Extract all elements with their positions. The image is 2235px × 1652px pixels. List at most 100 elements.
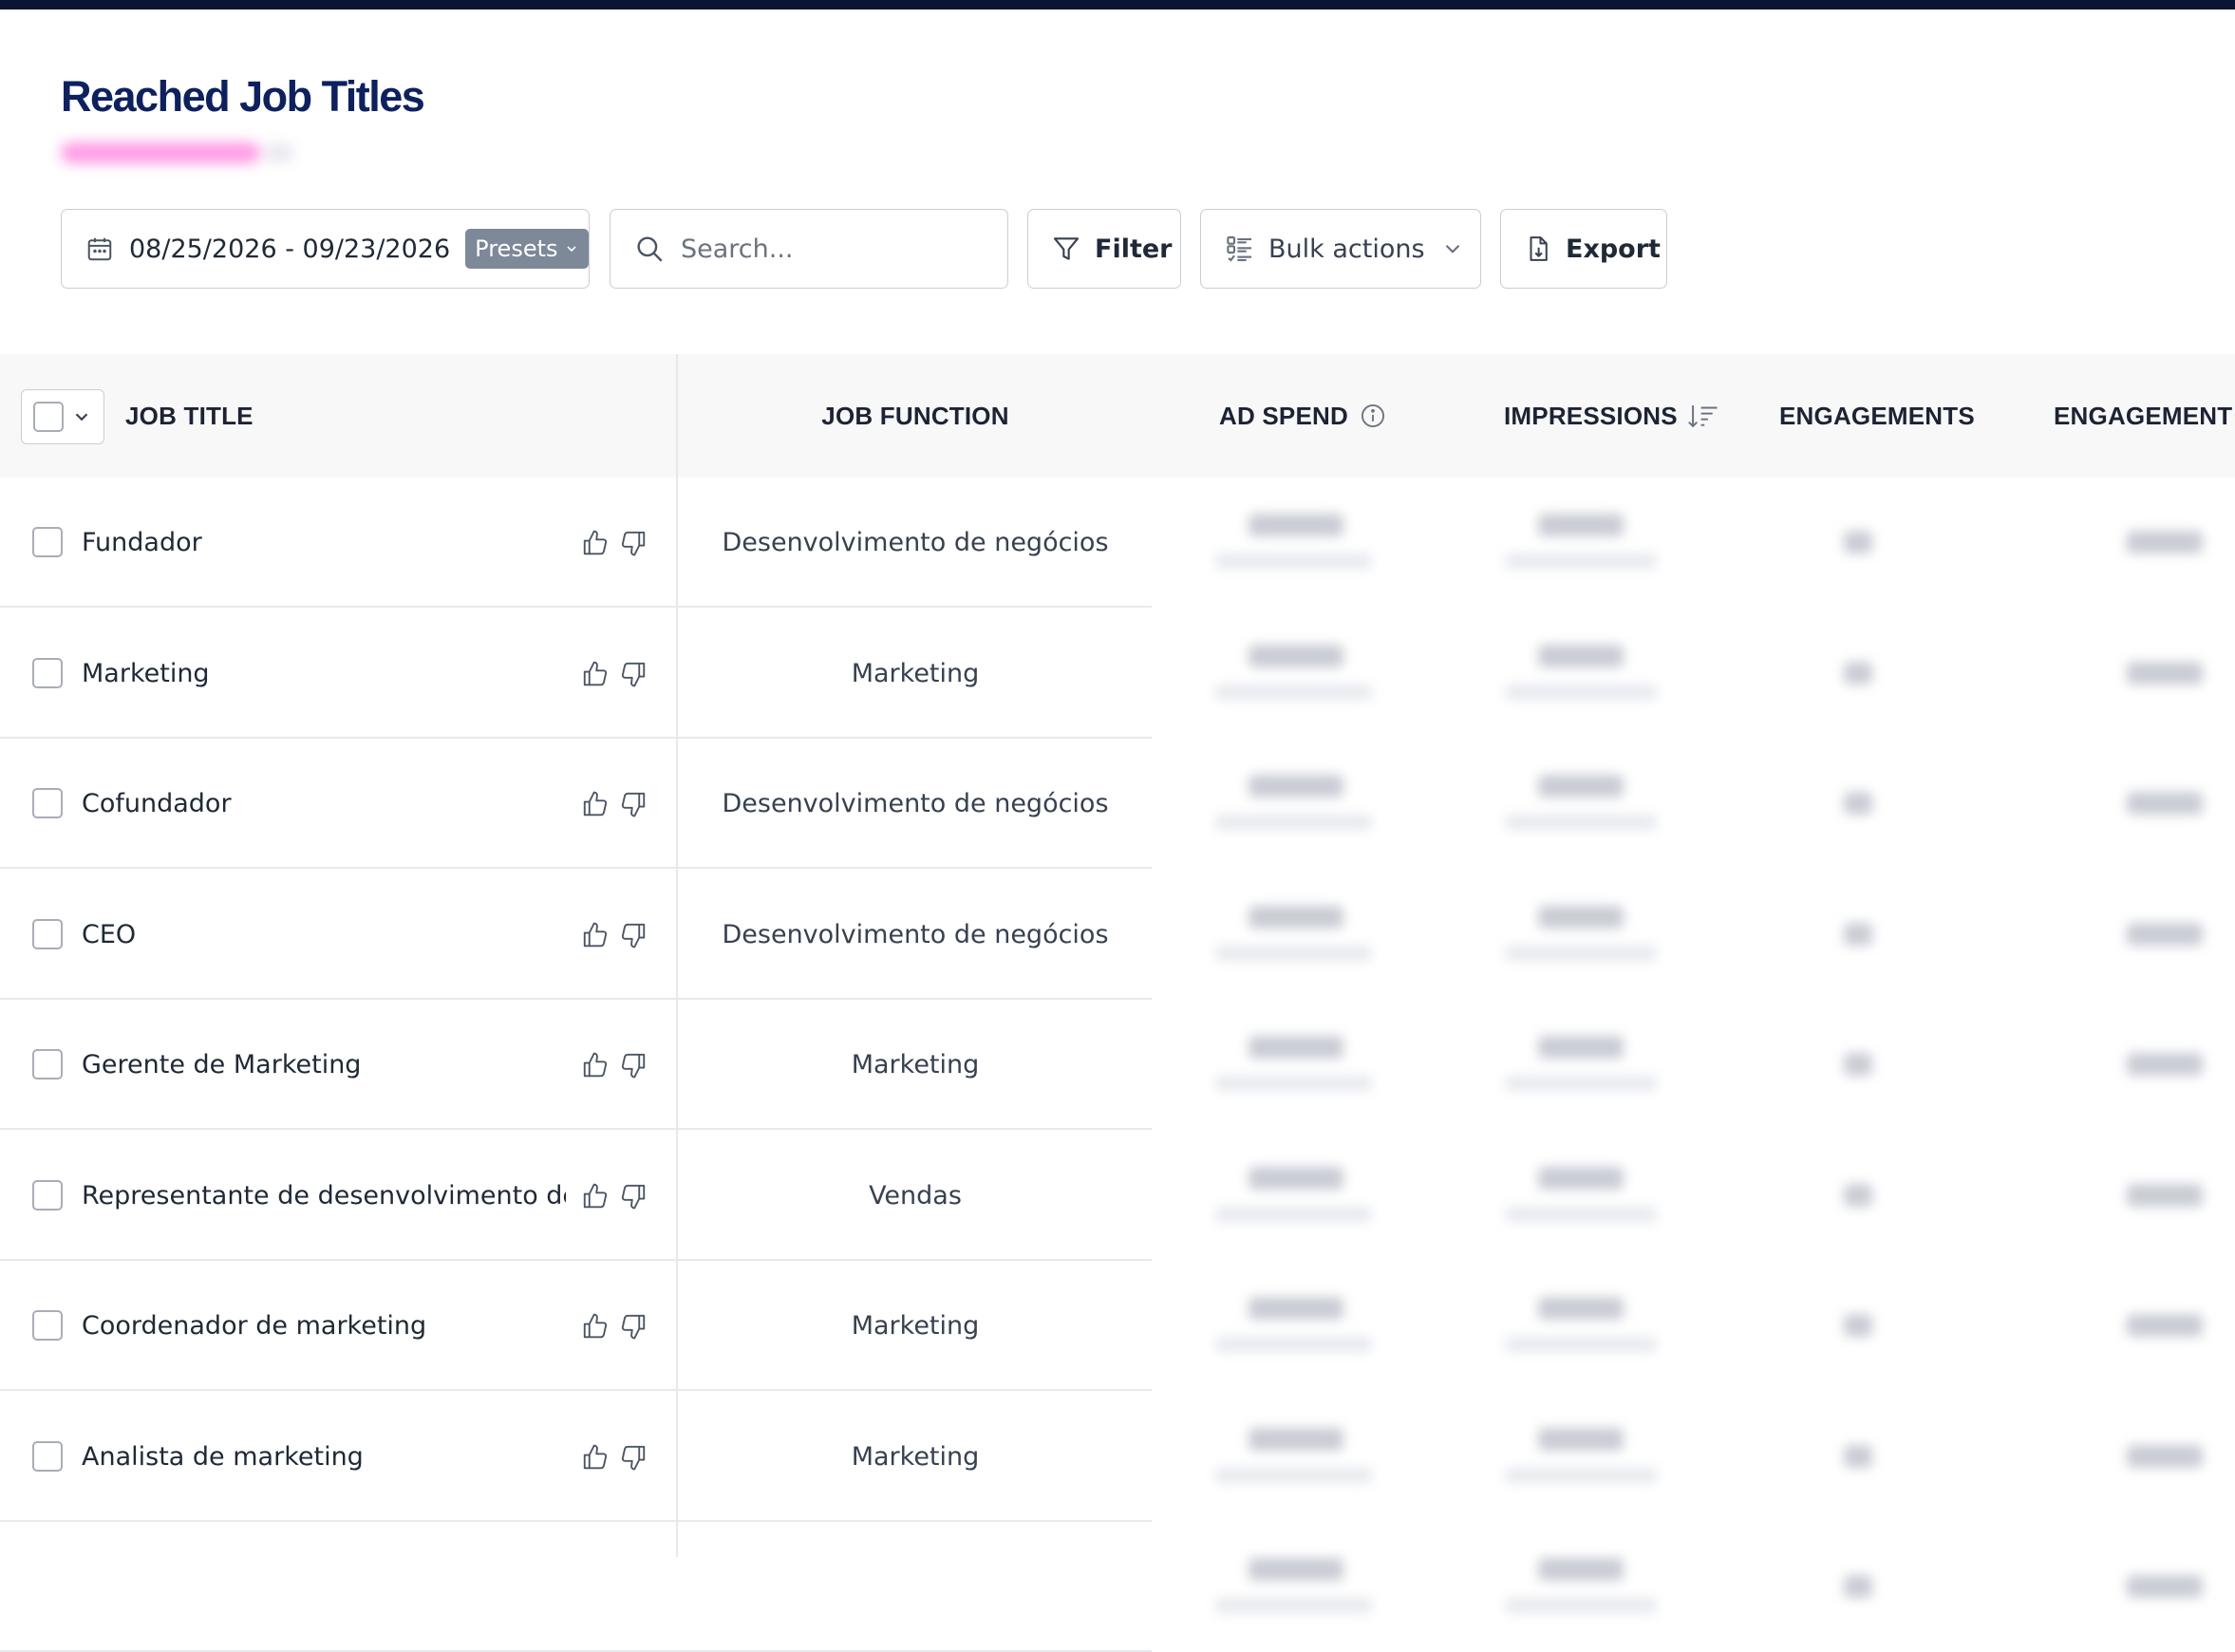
blurred-engagements [1832,1392,1889,1522]
job-title: Marketing [82,658,210,688]
file-download-icon [1530,236,1548,261]
thumbs-down-icon[interactable] [619,1051,648,1079]
blurred-impressions [1495,609,1666,739]
job-title: Analista de marketing [82,1441,364,1472]
top-bar [0,0,2235,9]
row-checkbox[interactable] [32,657,63,688]
blurred-ad-spend [1206,609,1377,739]
date-range-text: 08/25/2026 - 09/23/2026 [129,234,451,264]
thumbs-down-icon[interactable] [619,529,648,557]
job-function: Desenvolvimento de negócios [722,528,1109,557]
blurred-subtitle [61,139,298,167]
table-row[interactable]: Coordenador de marketing Marketing [0,1261,2235,1391]
thumbs-up-icon[interactable] [581,790,610,818]
thumbs-up-icon[interactable] [581,1182,610,1211]
sort-descending-icon[interactable] [1687,402,1719,430]
blurred-ad-spend [1206,1261,1377,1391]
blurred-engagements [1832,609,1889,739]
blurred-impressions [1495,1000,1666,1130]
thumbs-down-icon[interactable] [619,1443,648,1472]
thumbs-down-icon[interactable] [619,660,648,688]
blurred-engagement-rate [2108,1000,2222,1130]
column-header-job-function[interactable]: JOB FUNCTION [678,354,1153,478]
search-box[interactable] [610,209,1008,289]
thumbs-up-icon[interactable] [581,529,610,557]
blurred-ad-spend [1206,1522,1377,1652]
row-checkbox[interactable] [32,1310,63,1341]
thumbs-up-icon[interactable] [581,921,610,949]
thumbs-up-icon[interactable] [581,1051,610,1079]
row-checkbox[interactable] [32,1049,63,1079]
filter-icon [1053,237,1080,260]
chevron-down-icon [1445,244,1459,253]
page-title: Reached Job Titles [61,72,425,121]
filter-label: Filter [1095,234,1173,264]
table-row[interactable]: Representante de desenvolvimento de v...… [0,1131,2235,1261]
thumbs-down-icon[interactable] [619,790,648,818]
bulk-actions-dropdown[interactable]: Bulk actions [1200,209,1481,289]
blurred-impressions [1495,1522,1666,1652]
row-checkbox[interactable] [32,788,63,818]
job-function: Desenvolvimento de negócios [722,789,1109,818]
search-icon [637,236,663,262]
blurred-impressions [1495,1392,1666,1522]
row-checkbox[interactable] [32,1440,63,1472]
table-row[interactable]: Analista de marketing Marketing [0,1392,2235,1522]
table-row[interactable]: Marketing Marketing [0,609,2235,739]
blurred-ad-spend [1206,1392,1377,1522]
blurred-ad-spend [1206,1131,1377,1261]
info-icon[interactable] [1360,403,1386,429]
job-title: CEO [82,919,137,949]
job-title: Coordenador de marketing [82,1311,427,1341]
thumbs-down-icon[interactable] [619,1182,648,1211]
row-checkbox[interactable] [32,1179,63,1211]
blurred-engagements [1832,1261,1889,1391]
row-checkbox[interactable] [32,918,63,949]
column-header-impressions[interactable]: IMPRESSIONS [1504,354,1719,478]
presets-label: Presets [475,235,558,262]
thumbs-down-icon[interactable] [619,1312,648,1341]
export-button[interactable]: Export [1500,209,1667,289]
blurred-engagements [1832,1131,1889,1261]
calendar-icon [87,237,112,261]
table-row[interactable]: Gerente de Marketing Marketing [0,1000,2235,1130]
filter-button[interactable]: Filter [1027,209,1181,289]
blurred-engagement-rate [2108,1522,2222,1652]
table-row-partial[interactable] [0,1522,2235,1652]
blurred-impressions [1495,1131,1666,1261]
bulk-actions-label: Bulk actions [1268,234,1425,264]
blurred-engagement-rate [2108,870,2222,1000]
blurred-engagement-rate [2108,739,2222,869]
job-function: Marketing [851,1050,980,1079]
column-header-ad-spend[interactable]: AD SPEND [1219,354,1386,478]
blurred-impressions [1495,870,1666,1000]
column-header-engagement-rate[interactable]: ENGAGEMENT RA [2054,354,2235,478]
blurred-engagements [1832,739,1889,869]
search-input[interactable] [679,233,986,265]
table-row[interactable]: CEO Desenvolvimento de negócios [0,870,2235,1000]
thumbs-up-icon[interactable] [581,660,610,688]
blurred-engagement-rate [2108,1261,2222,1391]
select-all-dropdown[interactable] [21,389,104,444]
row-checkbox[interactable] [32,527,63,557]
column-header-engagements[interactable]: ENGAGEMENTS [1779,354,1975,478]
thumbs-down-icon[interactable] [619,921,648,949]
thumbs-up-icon[interactable] [581,1312,610,1341]
blurred-engagements [1832,870,1889,1000]
select-all-checkbox[interactable] [33,402,64,432]
blurred-engagement-rate [2108,1131,2222,1261]
job-function: Marketing [851,1311,980,1341]
checklist-icon [1227,235,1251,262]
table-row[interactable]: Fundador Desenvolvimento de negócios [0,478,2235,608]
date-range-picker[interactable]: 08/25/2026 - 09/23/2026 Presets [61,209,590,289]
blurred-engagements [1832,478,1889,608]
chevron-down-icon [566,246,576,253]
thumbs-up-icon[interactable] [581,1443,610,1472]
job-function: Marketing [851,658,980,688]
job-title: Fundador [82,528,202,557]
table-row[interactable]: Cofundador Desenvolvimento de negócios [0,739,2235,869]
blurred-impressions [1495,1261,1666,1391]
column-header-job-title[interactable]: JOB TITLE [125,354,254,478]
presets-button[interactable]: Presets [465,229,589,269]
job-title: Cofundador [82,789,232,818]
